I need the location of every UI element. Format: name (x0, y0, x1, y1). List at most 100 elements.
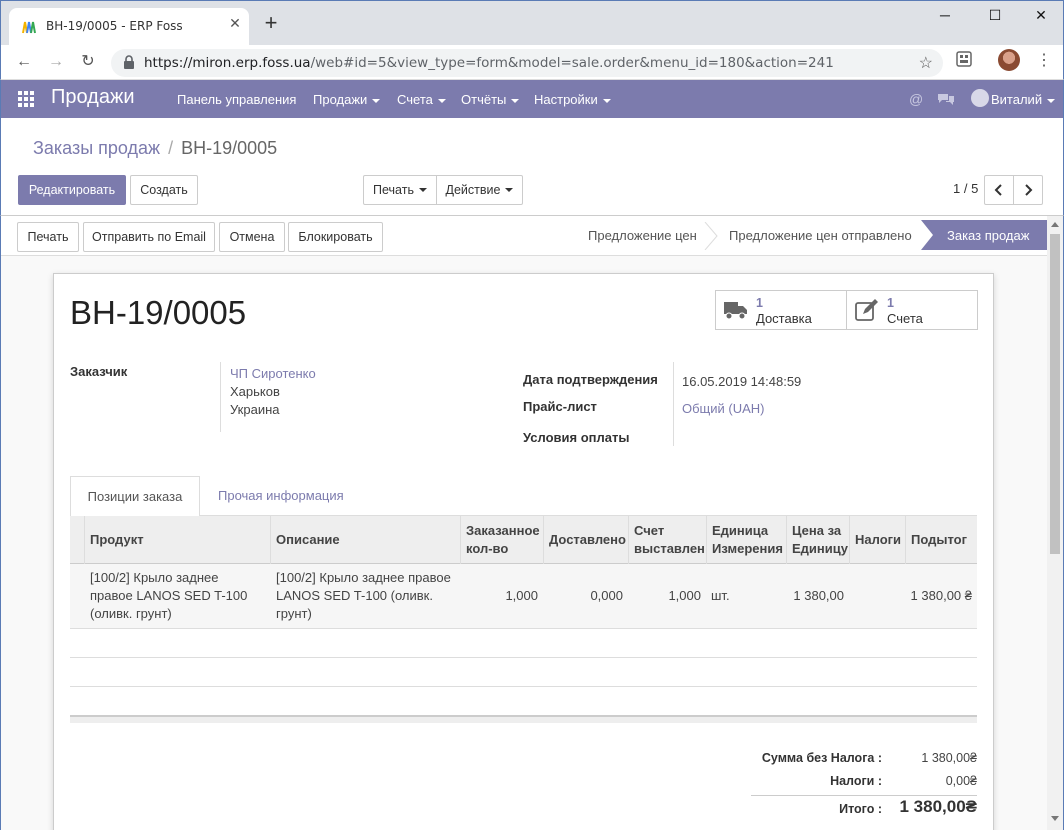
row-qty: 1,000 (505, 588, 538, 603)
caret-down-icon (511, 98, 520, 103)
form-sheet: ВН-19/0005 1 Доставка 1 Счета Заказчик Ч… (53, 273, 994, 830)
address-bar[interactable]: https://miron.erp.foss.ua/web#id=5&view_… (111, 49, 943, 77)
mentions-icon[interactable]: @ (909, 91, 923, 107)
reload-icon[interactable]: ↻ (77, 51, 99, 73)
col-price[interactable]: Цена за Единицу (792, 522, 848, 558)
form-statusbar: Печать Отправить по Email Отмена Блокиро… (1, 216, 1047, 256)
customer-name[interactable]: ЧП Сиротенко (230, 366, 316, 381)
col-uom[interactable]: Единица Измерения (712, 522, 783, 558)
erp-favicon-icon (22, 21, 36, 34)
profile-avatar[interactable] (998, 49, 1020, 71)
truck-icon (724, 302, 747, 320)
maximize-icon[interactable]: ☐ (975, 7, 1015, 27)
scroll-up-icon[interactable] (1051, 222, 1059, 227)
tab-other-info[interactable]: Прочая информация (218, 488, 344, 503)
menu-reports[interactable]: Отчёты (461, 92, 520, 107)
apps-grid-icon[interactable] (18, 91, 34, 107)
field-separator (220, 362, 221, 432)
app-navbar: Продажи Панель управления Продажи Счета … (0, 80, 1064, 118)
menu-dashboard[interactable]: Панель управления (177, 92, 296, 107)
breadcrumb-sales-orders[interactable]: Заказы продаж (33, 138, 160, 158)
delivery-label: Доставка (756, 311, 812, 326)
browser-toolbar: ← → ↻ https://miron.erp.foss.ua/web#id=5… (0, 45, 1064, 80)
order-title: ВН-19/0005 (70, 294, 247, 331)
menu-invoices[interactable]: Счета (397, 92, 446, 107)
back-icon[interactable]: ← (13, 51, 35, 73)
row-subtotal: 1 380,00 ₴ (910, 588, 972, 603)
chat-icon[interactable] (937, 92, 955, 106)
scroll-thumb[interactable] (1050, 234, 1060, 554)
total-label: Итого : (839, 802, 882, 816)
breadcrumb-current: ВН-19/0005 (181, 138, 278, 158)
col-description[interactable]: Описание (276, 531, 340, 549)
empty-row (70, 629, 977, 658)
control-panel: Заказы продаж / ВН-19/0005 Редактировать С… (0, 118, 1064, 216)
window-close-icon[interactable]: ✕ (1021, 7, 1061, 27)
stage-separator-icon (704, 222, 718, 250)
create-button[interactable]: Создать (130, 175, 198, 205)
lock-icon (124, 55, 134, 69)
col-subtotal[interactable]: Подытог (911, 531, 967, 549)
empty-row (70, 687, 977, 716)
forward-icon[interactable]: → (45, 51, 67, 73)
print-button[interactable]: Печать (17, 222, 79, 252)
payment-terms-label: Условия оплаты (523, 430, 630, 445)
invoice-stat-button[interactable]: 1 Счета (846, 290, 978, 330)
taxes-amount: 0,00₴ (945, 774, 977, 788)
col-product[interactable]: Продукт (90, 531, 144, 549)
user-avatar[interactable] (971, 89, 989, 107)
field-separator (673, 362, 674, 446)
table-row[interactable]: [100/2] Крыло заднее правое LANOS SED T-1… (70, 564, 977, 629)
caret-down-icon (1047, 98, 1056, 103)
pricelist-label: Прайс-лист (523, 399, 597, 414)
stage-quotation[interactable]: Предложение цен (588, 228, 697, 243)
stage-quotation-sent[interactable]: Предложение цен отправлено (729, 228, 912, 243)
invoice-label: Счета (887, 311, 923, 326)
lock-button[interactable]: Блокировать (288, 222, 383, 252)
menu-settings[interactable]: Настройки (534, 92, 611, 107)
row-delivered: 0,000 (590, 588, 623, 603)
chevron-left-icon (994, 184, 1002, 196)
notebook-tabs: Позиции заказа Прочая информация (70, 476, 977, 517)
user-menu[interactable]: Виталий (991, 92, 1056, 107)
new-tab-icon[interactable]: + (259, 11, 283, 35)
print-dropdown[interactable]: Печать (363, 175, 437, 205)
stage-sales-order[interactable]: Заказ продаж (921, 220, 1047, 250)
col-taxes[interactable]: Налоги (855, 531, 901, 549)
customer-city: Харьков (230, 384, 280, 399)
bookmark-star-icon[interactable]: ☆ (919, 53, 933, 73)
browser-tab[interactable]: ВН-19/0005 - ERP Foss ✕ (9, 8, 249, 46)
cancel-button[interactable]: Отмена (219, 222, 285, 252)
col-qty[interactable]: Заказанное кол-во (466, 522, 540, 558)
edit-button[interactable]: Редактировать (18, 175, 126, 205)
pager-previous[interactable] (984, 175, 1014, 205)
row-price: 1 380,00 (793, 588, 844, 603)
confirm-date-label: Дата подтверждения (523, 372, 658, 387)
action-dropdown[interactable]: Действие (436, 175, 523, 205)
minimize-icon[interactable]: ─ (925, 7, 965, 27)
breadcrumb: Заказы продаж / ВН-19/0005 (33, 138, 278, 158)
edit-square-icon (855, 299, 878, 321)
tab-title: ВН-19/0005 - ERP Foss (46, 19, 183, 33)
col-invoiced[interactable]: Счет выставлен (634, 522, 705, 558)
col-delivered[interactable]: Доставлено (549, 531, 626, 549)
send-email-button[interactable]: Отправить по Email (83, 222, 215, 252)
caret-down-icon (418, 188, 427, 192)
confirm-date: 16.05.2019 14:48:59 (682, 374, 802, 389)
invoice-count: 1 (887, 296, 894, 310)
totals-divider (751, 795, 977, 796)
tab-order-lines[interactable]: Позиции заказа (70, 476, 200, 517)
pricelist[interactable]: Общий (UAH) (682, 401, 765, 416)
scroll-down-icon[interactable] (1051, 816, 1059, 821)
tab-close-icon[interactable]: ✕ (227, 15, 243, 32)
scrollbar[interactable] (1047, 216, 1064, 830)
app-brand[interactable]: Продажи (51, 86, 135, 109)
menu-sales[interactable]: Продажи (313, 92, 381, 107)
pager-value[interactable]: 1 / 5 (953, 181, 978, 196)
pager-next[interactable] (1013, 175, 1043, 205)
extension-icon[interactable] (956, 51, 972, 67)
order-lines-header: Продукт Описание Заказанное кол-во Достав… (70, 516, 977, 564)
delivery-stat-button[interactable]: 1 Доставка (715, 290, 847, 330)
browser-menu-icon[interactable]: ⋮ (1036, 50, 1052, 70)
caret-down-icon (505, 188, 514, 192)
